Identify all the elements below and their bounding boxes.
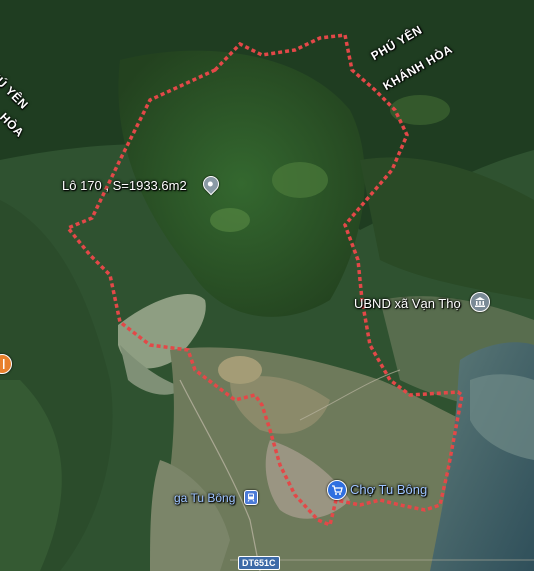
road-shield: DT651C bbox=[238, 556, 280, 570]
government-building-icon[interactable] bbox=[470, 292, 490, 312]
station-label[interactable]: ga Tu Bông bbox=[174, 491, 235, 505]
plot-label[interactable]: Lô 170 , S=1933.6m2 bbox=[62, 178, 187, 193]
ubnd-label[interactable]: UBND xã Vạn Thọ bbox=[354, 296, 461, 311]
market-label[interactable]: Chợ Tu Bông bbox=[350, 482, 427, 497]
train-station-icon[interactable] bbox=[244, 490, 258, 505]
shopping-cart-icon[interactable] bbox=[327, 480, 347, 500]
satellite-imagery bbox=[0, 0, 534, 571]
satellite-map[interactable]: PHÚ YÊN KHÁNH HÒA PHÚ YÊN HÒA Lô 170 , S… bbox=[0, 0, 534, 571]
